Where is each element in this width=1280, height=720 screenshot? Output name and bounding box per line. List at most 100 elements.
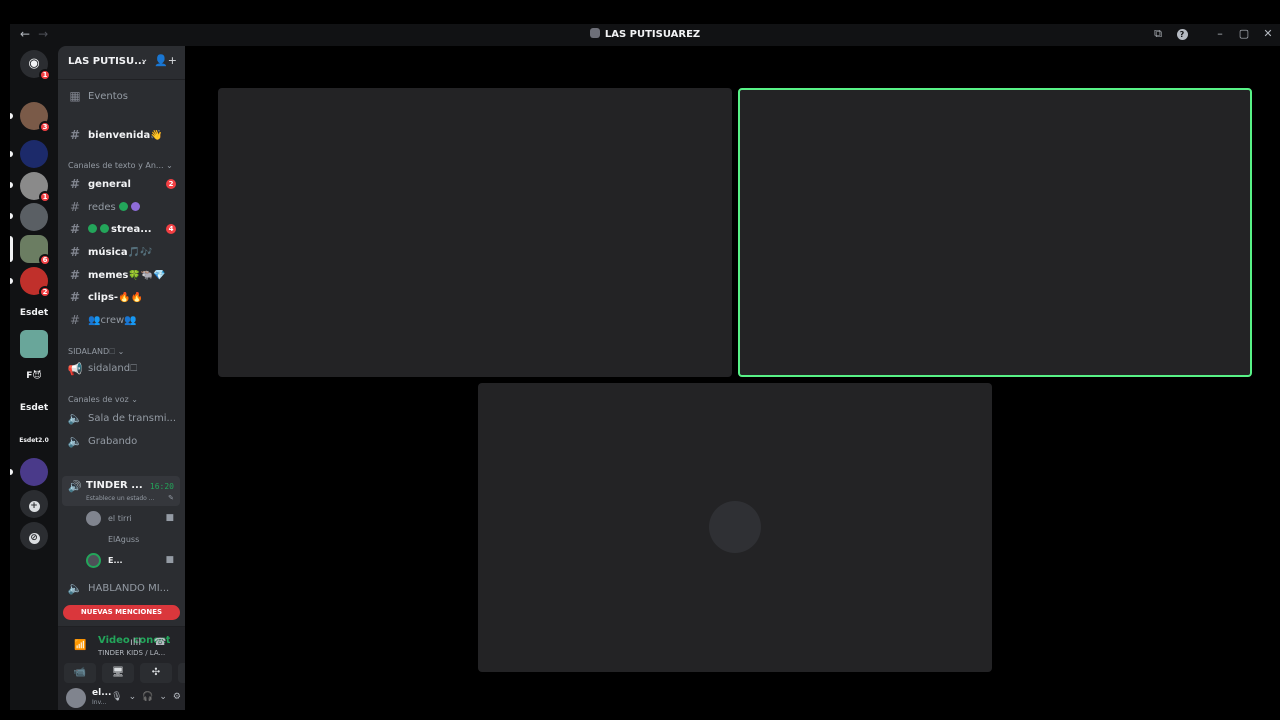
- category-label: Canales de voz: [68, 395, 129, 404]
- server-icon: [589, 28, 600, 38]
- window-title: LAS PUTISUAREZ: [10, 28, 1280, 40]
- speaker-icon: 🔈: [67, 411, 83, 425]
- guild-icon[interactable]: [20, 203, 48, 231]
- voice-channel-hablando[interactable]: 🔈 HABLANDO MI...: [62, 578, 180, 598]
- voice-channel-sala[interactable]: 🔈 Sala de transmi...: [62, 408, 180, 428]
- voice-user[interactable]: E... ■: [86, 552, 180, 570]
- category-text[interactable]: Canales de texto y An... ⌄: [68, 161, 173, 170]
- voice-timer: 16:20: [149, 482, 174, 491]
- unread-pill: [10, 151, 13, 157]
- guild-icon[interactable]: 1: [20, 172, 51, 203]
- new-mentions-button[interactable]: NUEVAS MENCIONES: [63, 605, 180, 620]
- guild-text-f[interactable]: F😈: [16, 371, 52, 381]
- disconnect-icon[interactable]: ☎: [154, 637, 166, 648]
- avatar: [709, 501, 761, 553]
- inbox-icon[interactable]: ⧉: [1146, 27, 1170, 41]
- voice-user[interactable]: ElAguss: [86, 531, 180, 549]
- hash-icon: #: [69, 245, 81, 259]
- category-label: Canales de texto y An...: [68, 161, 164, 170]
- channel-bienvenida[interactable]: # bienvenida👋: [62, 125, 180, 145]
- selected-pill: [10, 236, 13, 262]
- video-tile[interactable]: [218, 88, 732, 377]
- mention-count: 4: [166, 224, 176, 234]
- channel-redes[interactable]: # redes: [62, 197, 180, 217]
- green-circle-icon: [100, 223, 109, 233]
- guild-icon[interactable]: 3: [20, 102, 51, 133]
- microphone-icon[interactable]: 🎙: [111, 692, 122, 702]
- close-button[interactable]: ✕: [1256, 27, 1280, 41]
- channel-stream[interactable]: # strea... 4: [62, 219, 180, 239]
- channel-general[interactable]: # general 2: [62, 174, 180, 194]
- server-name: LAS PUTISU...: [68, 56, 146, 67]
- mention-count: 2: [166, 179, 176, 189]
- maximize-button[interactable]: ▢: [1232, 27, 1256, 41]
- guild-text-esdet[interactable]: Esdet: [16, 308, 52, 318]
- video-tile[interactable]: [478, 383, 992, 672]
- voice-channel-grabando[interactable]: 🔈 Grabando: [62, 431, 180, 451]
- add-server-button[interactable]: +: [20, 490, 48, 518]
- hash-icon: #: [69, 222, 81, 236]
- voice-user[interactable]: el tirri ■: [86, 510, 180, 528]
- guild-icon[interactable]: 2: [20, 267, 51, 298]
- minimize-button[interactable]: –: [1208, 27, 1232, 41]
- camera-icon: ■: [165, 555, 174, 565]
- guild-text-esdet[interactable]: Esdet: [16, 403, 52, 413]
- guild-text-esdet2[interactable]: Esdet2.0: [16, 437, 52, 444]
- guild-icon[interactable]: [20, 458, 48, 486]
- channel-musica[interactable]: # música🎵🎶: [62, 242, 180, 262]
- channel-sidebar: LAS PUTISU... ⌄ 👤+ ▦ Eventos # bienvenida👋…: [58, 46, 210, 710]
- voice-status-text[interactable]: Establece un estado ...: [86, 495, 154, 502]
- category-voice[interactable]: Canales de voz ⌄: [68, 395, 138, 404]
- video-tile-speaking[interactable]: [738, 88, 1252, 377]
- headset-icon[interactable]: 🎧: [142, 692, 153, 702]
- title-bar: ← → LAS PUTISUAREZ ⧉ ? – ▢ ✕: [10, 24, 1280, 46]
- chevron-down-icon: ⌄: [117, 347, 125, 356]
- chevron-down-icon: ⌄: [140, 54, 149, 65]
- channel-label: bienvenida👋: [88, 129, 163, 141]
- channel-label: redes: [88, 201, 140, 213]
- guild-icon-selected[interactable]: 6: [20, 235, 51, 266]
- guild-badge: 3: [39, 121, 51, 133]
- pencil-icon[interactable]: ✎: [168, 494, 174, 502]
- guild-badge: 1: [39, 191, 51, 203]
- camera-toggle-button[interactable]: 📹: [64, 663, 96, 683]
- help-glyph: ?: [1176, 29, 1188, 40]
- guild-rail: ◉ 1 3 1 6 2 Esdet F😈 Esdet Esdet2.0 + ⊘: [10, 46, 58, 710]
- channel-crew[interactable]: # 👥crew👥: [62, 310, 180, 330]
- server-header[interactable]: LAS PUTISU... ⌄ 👤+: [58, 46, 185, 80]
- unread-pill: [10, 113, 13, 119]
- noise-suppression-icon[interactable]: ılıl: [130, 637, 141, 648]
- window-controls: ⧉ ? – ▢ ✕: [1146, 27, 1280, 41]
- discord-home-icon[interactable]: ◉ 1: [20, 50, 51, 81]
- gear-icon[interactable]: ⚙: [173, 692, 181, 702]
- events-item[interactable]: ▦ Eventos: [62, 86, 180, 106]
- channel-sidaland[interactable]: 📢 sidaland🗆: [62, 359, 180, 379]
- discord-window: ← → LAS PUTISUAREZ ⧉ ? – ▢ ✕ ◉ 1 3 1 6 2 E…: [10, 24, 1280, 710]
- chevron-down-icon[interactable]: ⌄: [159, 692, 167, 702]
- guild-icon[interactable]: [20, 330, 48, 358]
- compass-icon: ⊘: [28, 533, 40, 544]
- video-stage: [185, 46, 1280, 710]
- screen-share-button[interactable]: 🖥: [102, 663, 134, 683]
- invite-people-icon[interactable]: 👤+: [154, 54, 177, 67]
- user-status: Inv...: [92, 699, 107, 706]
- voice-channel-name[interactable]: TINDER KIDS / LA...: [98, 649, 165, 657]
- chevron-down-icon[interactable]: ⌄: [129, 692, 137, 702]
- activities-button[interactable]: ✣: [140, 663, 172, 683]
- avatar[interactable]: [66, 688, 86, 708]
- signal-icon[interactable]: 📶: [74, 640, 86, 651]
- channel-label: memes🍀🐃💎: [88, 269, 166, 281]
- voice-channel-tinder[interactable]: 🔊 TINDER ... 16:20 Establece un estado .…: [62, 476, 180, 506]
- discover-button[interactable]: ⊘: [20, 522, 48, 550]
- channel-label: general: [88, 178, 131, 190]
- category-sidaland[interactable]: SIDALAND🗆 ⌄: [68, 346, 124, 360]
- channel-memes[interactable]: # memes🍀🐃💎: [62, 265, 180, 285]
- channel-clips[interactable]: # clips-🔥🔥: [62, 287, 180, 307]
- unread-pill: [10, 469, 13, 475]
- channel-label: música🎵🎶: [88, 246, 153, 258]
- help-icon[interactable]: ?: [1170, 27, 1194, 41]
- guild-icon[interactable]: [20, 140, 48, 168]
- guild-badge: 6: [39, 254, 51, 266]
- user-name[interactable]: el...: [92, 688, 111, 698]
- voice-user-name: ElAguss: [108, 535, 140, 544]
